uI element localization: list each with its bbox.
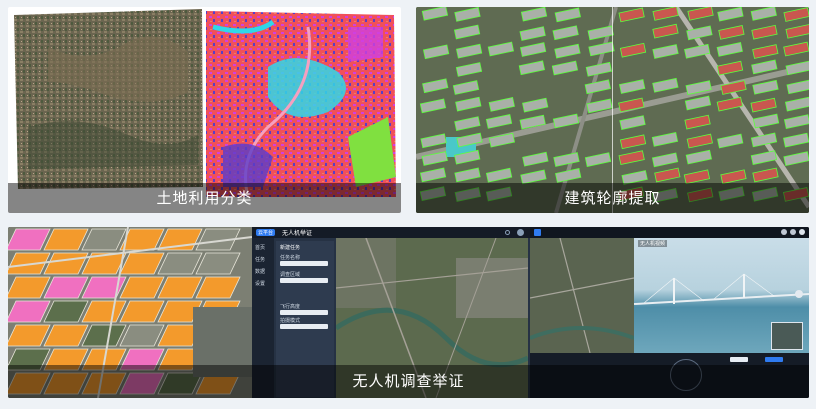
nav-item-data[interactable]: 数据 bbox=[255, 268, 265, 275]
app-logo-icon bbox=[534, 229, 541, 236]
form-input-mode[interactable] bbox=[280, 324, 328, 329]
brand-badge: 云平台 bbox=[256, 229, 276, 236]
land-use-caption: 土地利用分类 bbox=[8, 183, 401, 213]
video-thumbnail[interactable] bbox=[771, 322, 803, 350]
form-input-area[interactable] bbox=[280, 278, 328, 283]
form-label-area: 调查区域 bbox=[280, 272, 301, 278]
nav-item-task[interactable]: 任务 bbox=[255, 256, 265, 263]
capture-button[interactable] bbox=[765, 357, 783, 362]
video-app-header bbox=[530, 227, 809, 238]
app-title: 无人机举证 bbox=[282, 230, 313, 237]
building-panel: 建筑轮廓提取 bbox=[416, 7, 809, 213]
maximize-icon[interactable] bbox=[790, 229, 796, 235]
uav-app-header: 云平台 无人机举证 bbox=[252, 227, 530, 238]
uav-panel: 云平台 无人机举证 首页 任务 数据 设置 新建任务 任务名称 调查区域 飞行高… bbox=[8, 227, 809, 398]
minimize-icon[interactable] bbox=[781, 229, 787, 235]
uav-caption: 无人机调查举证 bbox=[8, 365, 809, 398]
form-label-height: 飞行高度 bbox=[280, 304, 301, 310]
form-input-height[interactable] bbox=[280, 310, 328, 315]
building-caption: 建筑轮廓提取 bbox=[416, 183, 809, 213]
video-pane[interactable]: 无人机视频 bbox=[634, 238, 809, 353]
form-label-mode: 拍摄模式 bbox=[280, 318, 301, 324]
land-use-panel: 土地利用分类 bbox=[8, 7, 401, 213]
record-button[interactable] bbox=[730, 357, 748, 362]
form-title: 新建任务 bbox=[280, 245, 301, 251]
nav-item-home[interactable]: 首页 bbox=[255, 244, 265, 251]
camera-control-icon[interactable] bbox=[795, 290, 803, 298]
close-icon[interactable] bbox=[799, 229, 805, 235]
user-avatar[interactable] bbox=[517, 229, 524, 236]
settings-icon[interactable] bbox=[505, 230, 510, 235]
video-mini-map[interactable] bbox=[530, 238, 634, 353]
nav-item-settings[interactable]: 设置 bbox=[255, 280, 265, 287]
form-input-name[interactable] bbox=[280, 261, 328, 266]
form-label-name: 任务名称 bbox=[280, 255, 301, 261]
